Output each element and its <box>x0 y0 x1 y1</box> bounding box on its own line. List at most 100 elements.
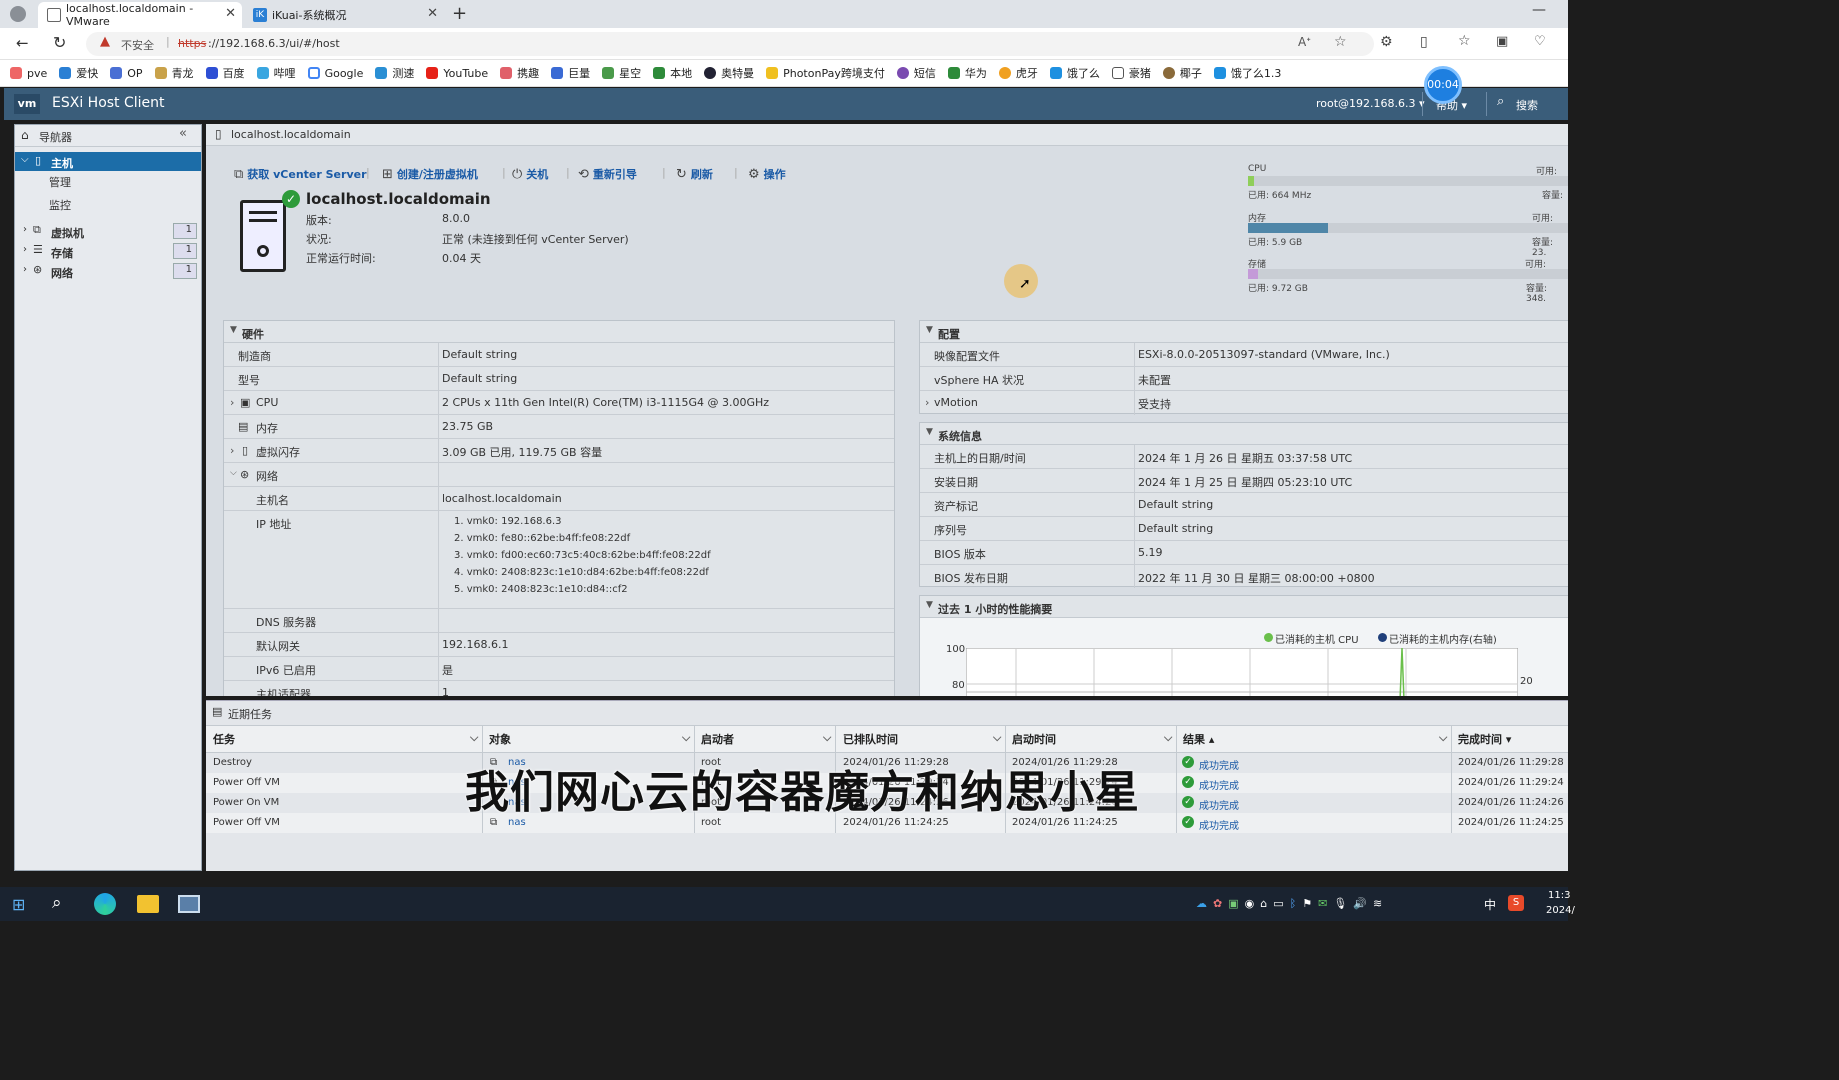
bookmark-youtube[interactable]: YouTube <box>426 67 488 80</box>
shutdown-button[interactable]: ⏻ 关机 <box>512 166 548 182</box>
get-vcenter-button[interactable]: ⧉ 获取 vCenter Server <box>234 166 367 182</box>
col-task[interactable]: 任务 <box>213 731 235 747</box>
col-result[interactable]: 结果 ▴ <box>1183 731 1214 747</box>
divider <box>1486 92 1487 116</box>
remote-desktop-icon[interactable] <box>178 895 200 913</box>
bookmark-op[interactable]: OP <box>110 67 143 80</box>
recording-timer-badge[interactable]: 00:04 <box>1424 66 1462 104</box>
col-queued[interactable]: 已排队时间 <box>843 731 898 747</box>
bookmark-ultraman[interactable]: 奥特曼 <box>704 65 754 81</box>
minimize-icon[interactable]: — <box>1532 2 1546 18</box>
search-icon[interactable]: ⌕ <box>52 893 62 913</box>
hw-row-flash[interactable]: › ▯ 虚拟闪存 3.09 GB 已用, 119.75 GB 容量 <box>224 439 894 463</box>
config-header[interactable]: ▼ 配置 <box>920 321 1568 343</box>
clock-date[interactable]: 2024/ <box>1546 905 1575 916</box>
bookmark-pve[interactable]: pve <box>10 67 47 80</box>
edge-icon[interactable] <box>94 893 116 915</box>
tray-app-icon[interactable]: ⚑ <box>1302 897 1312 911</box>
nav-item-storage[interactable]: › ☰ 存储 1 <box>15 242 201 261</box>
vcenter-icon: ⧉ <box>234 166 244 182</box>
hw-row-network[interactable]: ⌵ ⊛ 网络 <box>224 463 894 487</box>
nav-item-network[interactable]: › ⊛ 网络 1 <box>15 262 201 281</box>
display-icon[interactable]: ▭ <box>1273 897 1283 911</box>
refresh-icon[interactable]: ↻ <box>53 33 66 52</box>
bookmark-xiequ[interactable]: 携趣 <box>500 65 539 81</box>
col-started[interactable]: 启动时间 <box>1012 731 1056 747</box>
status-ok-icon: ✓ <box>282 190 300 208</box>
config-row-vmotion[interactable]: › vMotion 受支持 <box>920 391 1568 415</box>
sogou-icon[interactable]: S <box>1508 895 1524 911</box>
nav-item-manage[interactable]: 管理 <box>49 174 71 190</box>
reboot-button[interactable]: ⟲ 重新引导 <box>578 166 637 182</box>
user-menu[interactable]: root@192.168.6.3 ▾ <box>1316 97 1425 110</box>
collections-icon[interactable]: ▣ <box>1496 34 1508 49</box>
bookmark-qinglong[interactable]: 青龙 <box>154 65 194 81</box>
bookmark-eleme-13[interactable]: 饿了么1.3 <box>1213 65 1281 81</box>
actions-button[interactable]: ⚙ 操作 <box>748 166 786 182</box>
hw-row-cpu[interactable]: › ▣ CPU 2 CPUs x 11th Gen Intel(R) Core(TM)… <box>224 391 894 415</box>
bookmark-baidu[interactable]: 百度 <box>205 65 245 81</box>
search-icon[interactable]: ⌕ <box>1497 94 1504 109</box>
y2-tick: 20 <box>1520 676 1533 687</box>
url-input[interactable]: ▲ 不安全 | https ://192.168.6.3/ui/#/host A… <box>86 32 1374 56</box>
hardware-header[interactable]: ▼ 硬件 <box>224 321 894 343</box>
tray-app-icon[interactable]: ✿ <box>1213 897 1222 911</box>
favorite-star-icon[interactable]: ☆ <box>1334 34 1347 50</box>
tab-vmware[interactable]: localhost.localdomain - VMware ✕ <box>38 2 242 28</box>
bluetooth-icon[interactable]: ᛒ <box>1290 897 1297 911</box>
col-completed[interactable]: 完成时间 ▾ <box>1458 731 1511 747</box>
nav-item-host[interactable]: ⌵ ▯ 主机 <box>15 152 201 171</box>
bookmark-bilibili[interactable]: 哔哩 <box>256 65 296 81</box>
browser-essentials-icon[interactable]: ♡ <box>1534 34 1546 49</box>
split-screen-icon[interactable]: ▯ <box>1420 34 1428 50</box>
close-tab-icon[interactable]: ✕ <box>427 6 438 21</box>
bookmark-photonpay[interactable]: PhotonPay跨境支付 <box>766 65 885 81</box>
onedrive-icon[interactable]: ☁ <box>1196 897 1207 911</box>
profile-icon[interactable] <box>10 6 26 22</box>
wechat-icon[interactable]: ✉ <box>1318 897 1327 911</box>
collapse-icon[interactable]: « <box>179 126 187 141</box>
extensions-icon[interactable]: ⚙ <box>1380 34 1393 50</box>
create-vm-button[interactable]: ⊞ 创建/注册虚拟机 <box>382 166 478 182</box>
tab-ikuai[interactable]: iK iKuai-系统概况 ✕ <box>244 2 444 28</box>
bookmark-juliang[interactable]: 巨量 <box>551 65 590 81</box>
mic-icon[interactable]: 🎙 <box>1333 897 1347 911</box>
volume-icon[interactable]: 🔊 <box>1353 897 1367 911</box>
file-explorer-icon[interactable] <box>137 895 159 913</box>
close-tab-icon[interactable]: ✕ <box>225 6 236 21</box>
bookmark-huya[interactable]: 虎牙 <box>998 65 1038 81</box>
refresh-button[interactable]: ↻ 刷新 <box>676 166 713 182</box>
sysinfo-header[interactable]: ▼ 系统信息 <box>920 423 1568 445</box>
nvidia-icon[interactable]: ▣ <box>1228 897 1238 911</box>
nav-item-vms[interactable]: › ⧉ 虚拟机 1 <box>15 222 201 241</box>
bookmark-eleme[interactable]: 饿了么 <box>1049 65 1100 81</box>
read-aloud-icon[interactable]: Aᐩ <box>1298 35 1311 49</box>
back-icon[interactable]: ← <box>16 34 29 52</box>
network-tray-icon[interactable]: ⌂ <box>1260 897 1267 911</box>
chevron-down-icon: ▼ <box>926 325 933 335</box>
bookmark-yezi[interactable]: 椰子 <box>1162 65 1202 81</box>
col-object[interactable]: 对象 <box>489 731 511 747</box>
qq-icon[interactable]: ◉ <box>1245 897 1255 911</box>
bookmark-sms[interactable]: 短信 <box>896 65 936 81</box>
perf-header[interactable]: ▼ 过去 1 小时的性能摘要 <box>920 596 1568 618</box>
hw-row-model: 型号 Default string <box>224 367 894 391</box>
bookmark-haozhu[interactable]: 豪猪 <box>1111 65 1151 81</box>
new-tab-icon[interactable]: + <box>452 3 467 24</box>
wifi-icon[interactable]: ≋ <box>1373 897 1382 911</box>
windows-start-icon[interactable]: ⊞ <box>12 895 25 914</box>
ime-indicator[interactable]: 中 <box>1484 896 1496 913</box>
config-title: 配置 <box>938 328 960 341</box>
nav-item-monitor[interactable]: 监控 <box>49 197 71 213</box>
bookmark-local[interactable]: 本地 <box>653 65 692 81</box>
bookmark-ikuai[interactable]: 爱快 <box>59 65 98 81</box>
storage-icon: ☰ <box>33 243 43 256</box>
col-initiator[interactable]: 启动者 <box>701 731 734 747</box>
search-button[interactable]: 搜索 <box>1516 97 1538 113</box>
bookmark-speedtest[interactable]: 测速 <box>375 65 414 81</box>
favorites-icon[interactable]: ☆ <box>1458 33 1471 49</box>
bookmark-google[interactable]: Google <box>307 67 363 80</box>
bookmark-huawei[interactable]: 华为 <box>947 65 987 81</box>
clock-time[interactable]: 11:3 <box>1548 890 1570 901</box>
bookmark-xingkong[interactable]: 星空 <box>602 65 641 81</box>
